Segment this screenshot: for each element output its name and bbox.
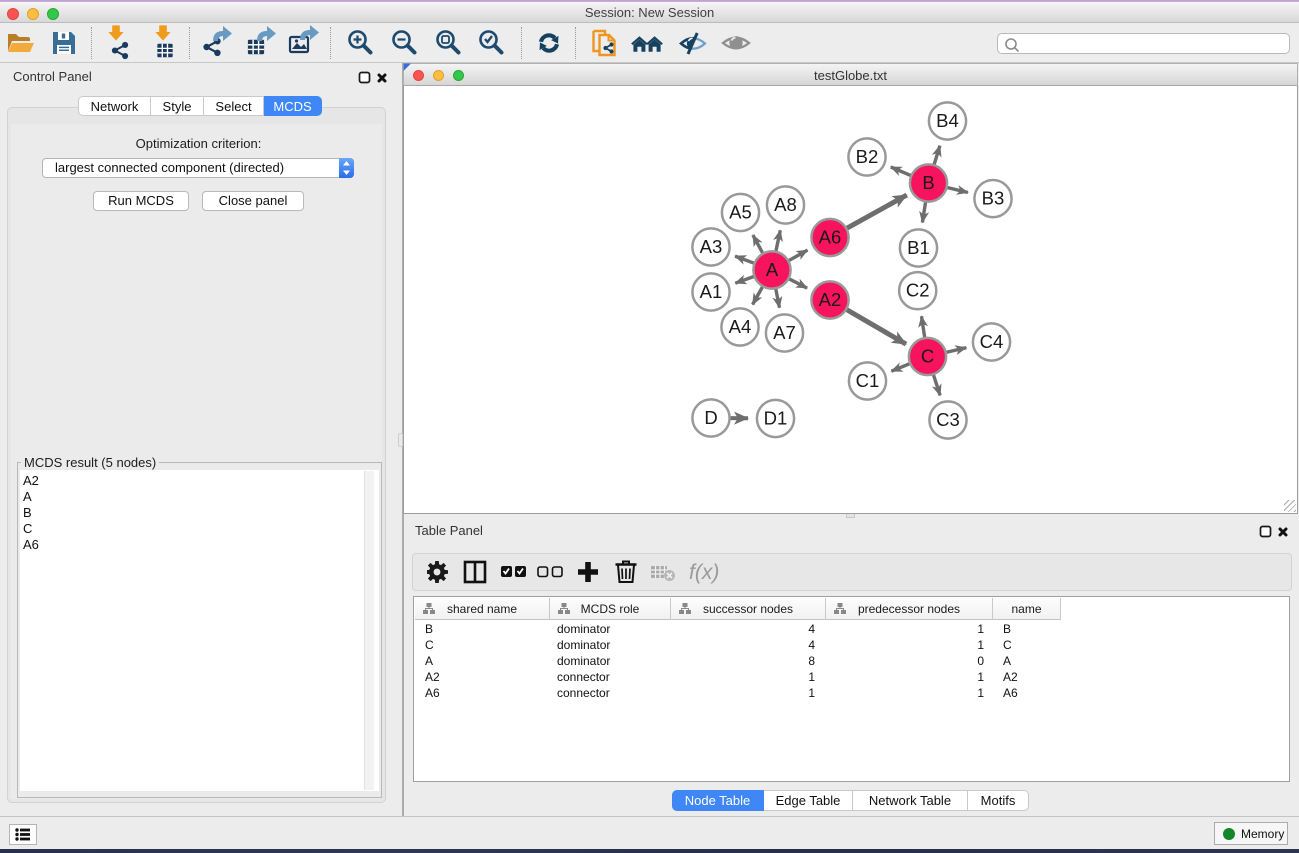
svg-text:A1: A1: [700, 281, 723, 302]
svg-text:A2: A2: [819, 289, 842, 310]
svg-text:D1: D1: [764, 408, 788, 429]
svg-text:A6: A6: [819, 227, 842, 248]
svg-text:B: B: [922, 172, 934, 193]
svg-text:A: A: [766, 259, 779, 280]
svg-text:B3: B3: [982, 188, 1005, 209]
svg-text:C: C: [921, 346, 934, 367]
svg-text:A5: A5: [729, 202, 752, 223]
svg-text:A4: A4: [729, 316, 752, 337]
svg-text:A8: A8: [774, 194, 797, 215]
svg-text:C1: C1: [856, 370, 880, 391]
svg-text:C3: C3: [936, 409, 960, 430]
svg-text:A3: A3: [700, 236, 723, 257]
svg-text:f(x): f(x): [689, 561, 719, 584]
svg-text:B2: B2: [856, 146, 879, 167]
svg-text:C2: C2: [906, 280, 930, 301]
svg-text:B4: B4: [936, 110, 959, 131]
svg-text:B1: B1: [907, 237, 930, 258]
svg-text:D: D: [704, 407, 717, 428]
svg-text:C4: C4: [980, 331, 1004, 352]
svg-text:A7: A7: [773, 322, 796, 343]
